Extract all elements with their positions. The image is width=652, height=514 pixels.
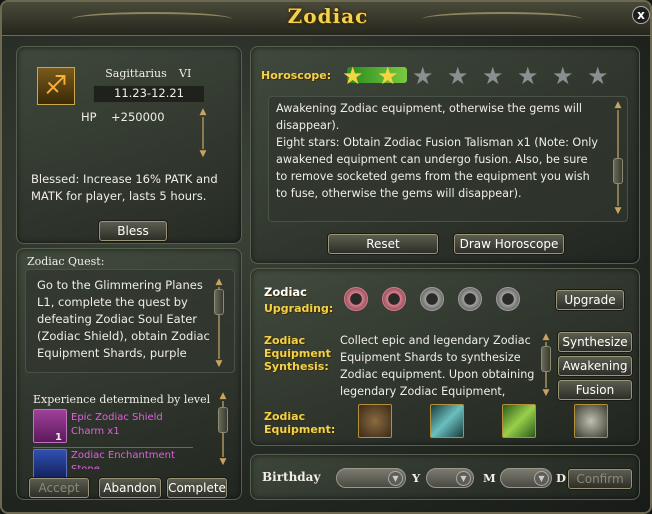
equipment-label: Equipment: <box>264 423 336 436</box>
fusion-button[interactable]: Fusion <box>558 380 632 400</box>
star-icon: ★ <box>517 62 539 90</box>
reward-count: 1 <box>55 432 62 443</box>
synthesize-button[interactable]: Synthesize <box>558 332 632 352</box>
sign-dates: 11.23-12.21 <box>114 86 184 100</box>
reset-button[interactable]: Reset <box>328 234 438 254</box>
blessing-text: Blessed: Increase 16% PATK and MATK for … <box>31 172 218 203</box>
heart-icon <box>496 287 520 311</box>
star-icon: ★ <box>552 62 574 90</box>
day-label: D <box>556 471 566 485</box>
sign-scrollbar[interactable]: ▲ ▼ <box>197 107 209 159</box>
reward-scrollbar[interactable]: ▲ ▼ <box>217 391 229 467</box>
horoscope-label: Horoscope: <box>261 69 332 82</box>
synthesis-label: Zodiac <box>264 334 306 347</box>
heart-icon <box>458 287 482 311</box>
synthesis-label: Equipment <box>264 347 331 360</box>
quest-header: Zodiac Quest: <box>27 255 105 268</box>
synthesis-scrollbar[interactable]: ▲ ▼ <box>540 332 552 398</box>
synthesis-label: Synthesis: <box>264 360 329 373</box>
horoscope-text: Awakening Zodiac equipment, otherwise th… <box>276 102 599 200</box>
heart-icon <box>344 287 368 311</box>
awakening-button[interactable]: Awakening <box>558 356 632 376</box>
star-icon: ★ <box>377 62 399 90</box>
abandon-button[interactable]: Abandon <box>99 478 161 498</box>
heart-icon <box>420 287 444 311</box>
armor-icon[interactable] <box>358 404 392 438</box>
accept-button[interactable]: Accept <box>29 478 89 498</box>
upgrading-label: Zodiac <box>264 285 307 299</box>
birthday-day-select[interactable]: ▼ <box>500 468 552 488</box>
reward-name: Epic Zodiac Shield Charm x1 <box>71 412 163 437</box>
equipment-label: Zodiac <box>264 410 306 423</box>
upgrading-label: Upgrading: <box>264 302 334 315</box>
month-label: M <box>483 471 496 485</box>
horoscope-scrollbar[interactable]: ▲ ▼ <box>612 100 624 216</box>
birthday-year-select[interactable]: ▼ <box>336 468 406 488</box>
chevron-down-icon: ▼ <box>388 471 403 486</box>
confirm-button[interactable]: Confirm <box>568 469 632 489</box>
sword-icon[interactable] <box>430 404 464 438</box>
birthday-label: Birthday <box>262 470 321 484</box>
experience-label: Experience determined by level <box>33 393 211 406</box>
reward-name: Zodiac Enchantment Stone <box>71 450 175 469</box>
upgrade-button[interactable]: Upgrade <box>556 290 624 310</box>
chevron-down-icon: ▼ <box>534 471 549 486</box>
star-icon: ★ <box>587 62 609 90</box>
sagittarius-icon: ♐ <box>37 67 75 105</box>
star-icon: ★ <box>447 62 469 90</box>
hp-value: +250000 <box>111 110 165 124</box>
chevron-down-icon: ▼ <box>456 471 471 486</box>
sign-name: Sagittarius <box>105 67 167 80</box>
quest-scrollbar[interactable]: ▲ ▼ <box>213 277 225 369</box>
window-title: Zodiac <box>287 4 369 28</box>
birthday-month-select[interactable]: ▼ <box>426 468 474 488</box>
complete-button[interactable]: Complete <box>167 478 227 498</box>
sign-panel: ♐ Sagittarius VI 11.23-12.21 HP +250000 … <box>16 46 242 244</box>
draw-horoscope-button[interactable]: Draw Horoscope <box>454 234 564 254</box>
shield-icon[interactable] <box>574 404 608 438</box>
star-icon: ★ <box>412 62 434 90</box>
bless-button[interactable]: Bless <box>99 221 167 241</box>
quest-panel: Zodiac Quest: Go to the Glimmering Plane… <box>16 248 242 500</box>
quest-text: Go to the Glimmering Planes L1, complete… <box>37 278 210 360</box>
star-icon: ★ <box>482 62 504 90</box>
hp-label: HP <box>81 110 97 124</box>
close-icon[interactable]: x <box>632 6 650 24</box>
scroll-icon[interactable] <box>502 404 536 438</box>
year-label: Y <box>412 471 421 485</box>
star-icon: ★ <box>342 62 364 90</box>
sign-level: VI <box>179 67 192 80</box>
heart-icon <box>382 287 406 311</box>
synthesis-text: Collect epic and legendary Zodiac Equipm… <box>340 334 535 398</box>
title-bar[interactable]: Zodiac x <box>2 2 650 36</box>
zodiac-window: Zodiac x ♐ Sagittarius VI 11.23-12.21 HP… <box>0 0 652 514</box>
